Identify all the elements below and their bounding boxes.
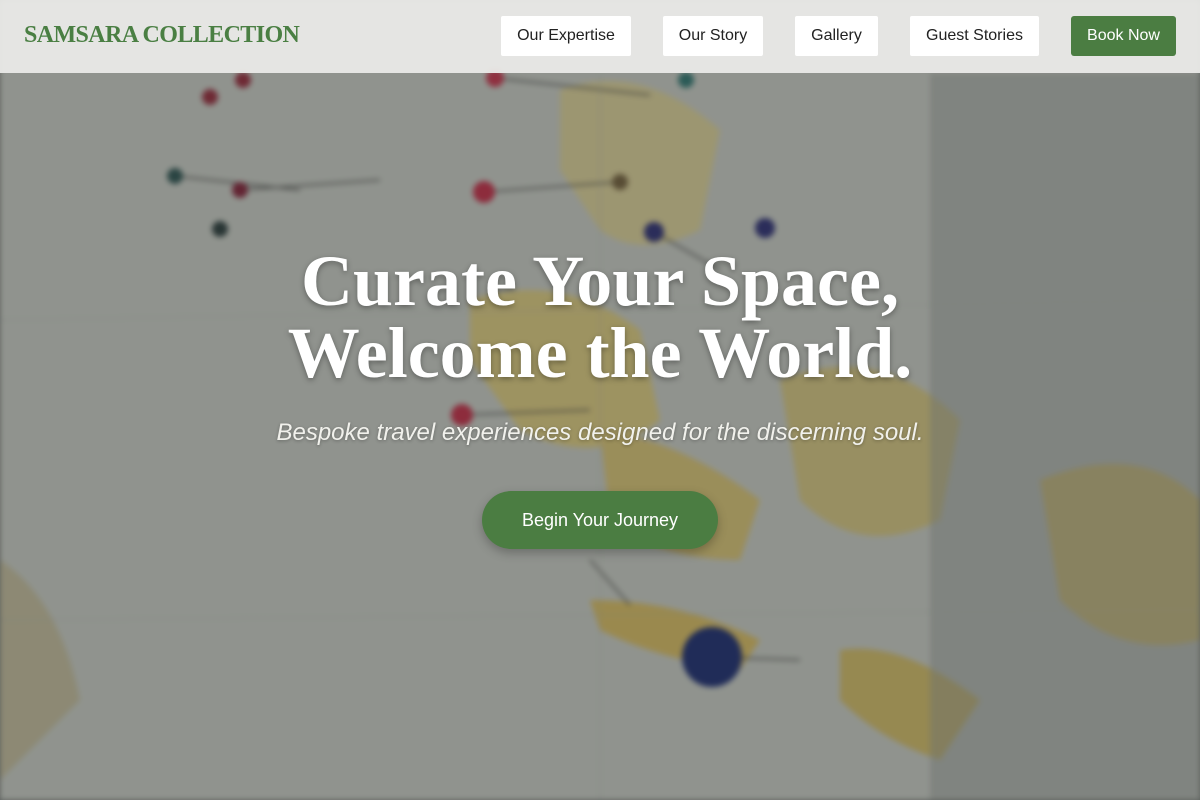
hero-headline-line-2: Welcome the World. bbox=[287, 313, 913, 393]
hero-tagline: Bespoke travel experiences designed for … bbox=[276, 419, 924, 446]
nav-link-guest-stories[interactable]: Guest Stories bbox=[910, 16, 1039, 56]
navbar: SAMSARA COLLECTION Our Expertise Our Sto… bbox=[0, 0, 1200, 73]
nav-link-our-expertise[interactable]: Our Expertise bbox=[501, 16, 631, 56]
hero-headline: Curate Your Space, Welcome the World. bbox=[0, 245, 1200, 389]
nav-link-our-story[interactable]: Our Story bbox=[663, 16, 763, 56]
hero-section: SAMSARA COLLECTION Our Expertise Our Sto… bbox=[0, 0, 1200, 800]
nav-link-gallery[interactable]: Gallery bbox=[795, 16, 878, 56]
hero-overlay bbox=[0, 0, 1200, 800]
brand-logo[interactable]: SAMSARA COLLECTION bbox=[24, 22, 300, 49]
book-now-button[interactable]: Book Now bbox=[1071, 16, 1176, 56]
hero-headline-line-1: Curate Your Space, bbox=[301, 241, 899, 321]
begin-journey-button[interactable]: Begin Your Journey bbox=[482, 491, 718, 549]
